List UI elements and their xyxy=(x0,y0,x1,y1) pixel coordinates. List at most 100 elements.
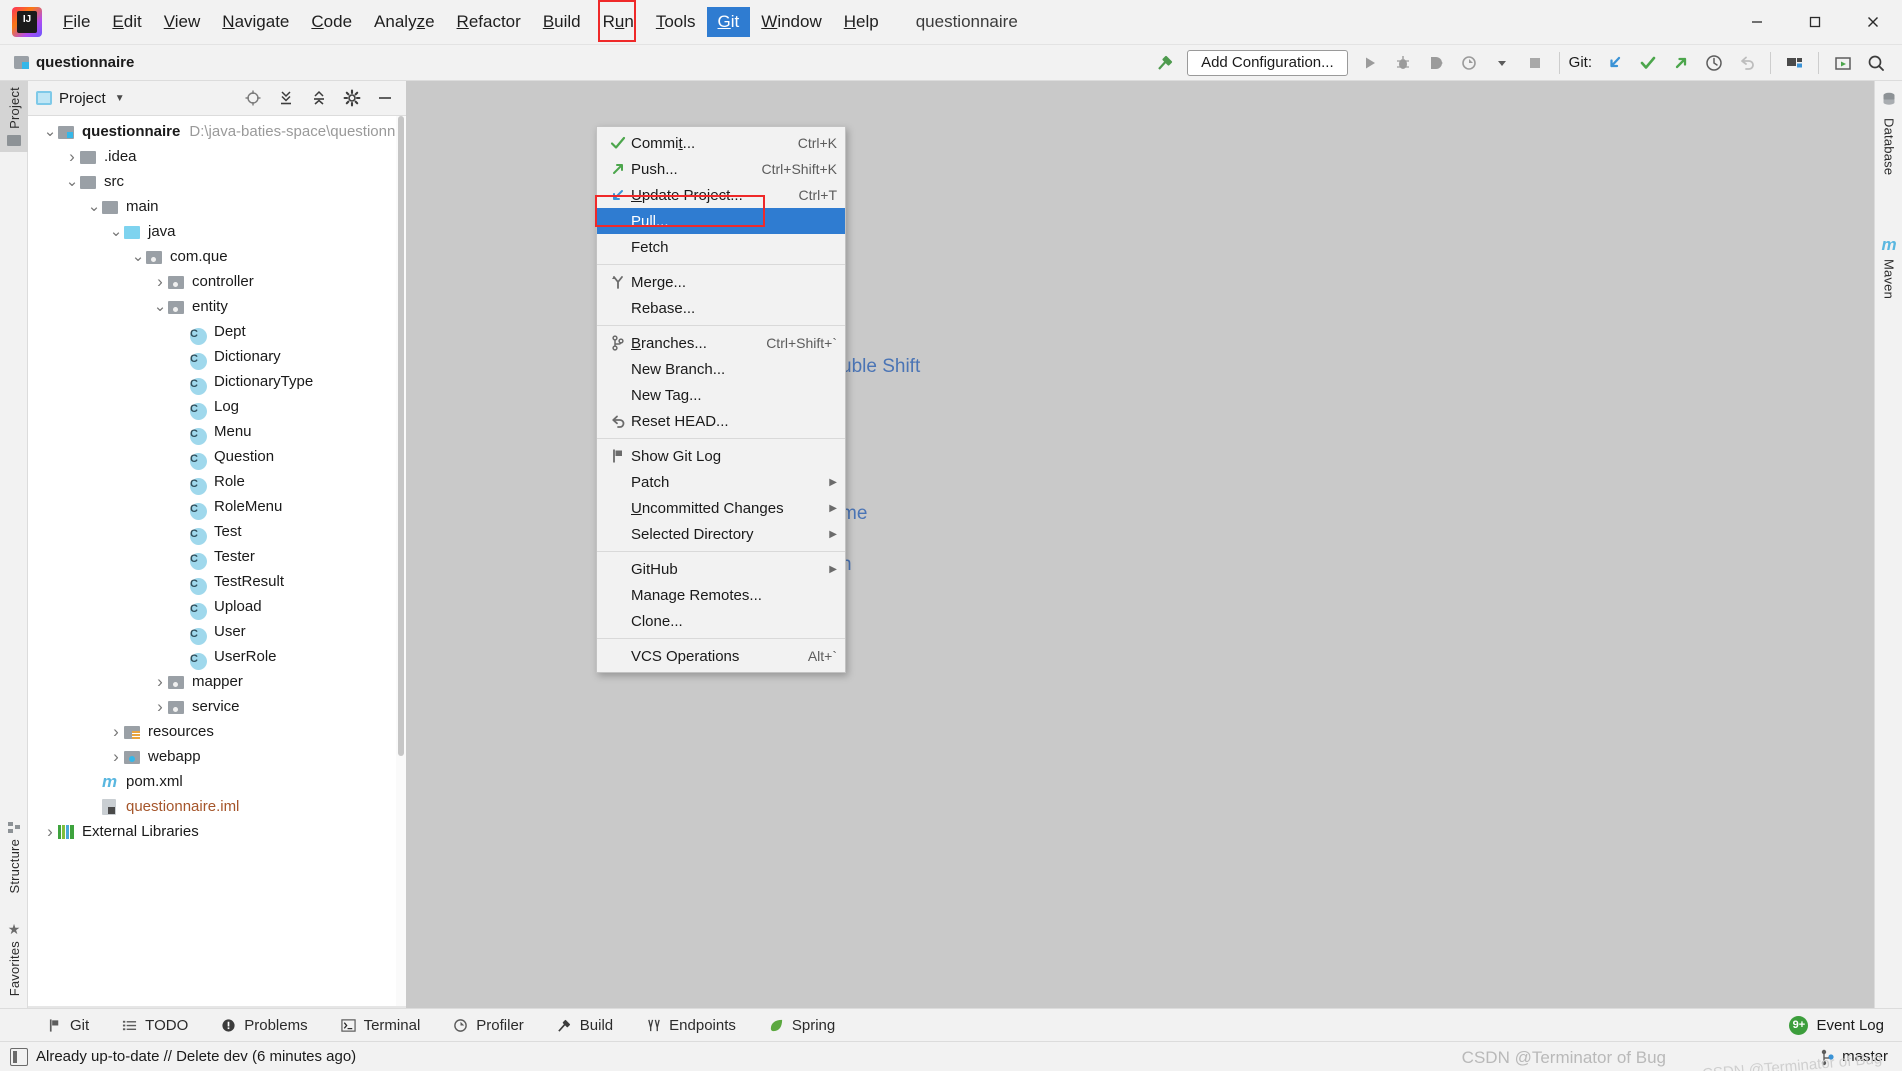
tree-node-main[interactable]: ⌄ main xyxy=(28,194,406,219)
chevron-right-icon[interactable]: › xyxy=(152,273,168,290)
menu-item-vcs-operations[interactable]: VCS Operations Alt+` xyxy=(597,643,845,669)
scroll-from-source-icon[interactable] xyxy=(240,85,266,111)
chevron-right-icon[interactable]: › xyxy=(108,723,124,740)
run-with-coverage-icon[interactable] xyxy=(1420,48,1453,78)
menu-item-rebase[interactable]: Rebase... xyxy=(597,295,845,321)
menu-item-github[interactable]: GitHub ▶ xyxy=(597,556,845,582)
menu-item-pull[interactable]: Pull... xyxy=(597,208,845,234)
chevron-right-icon[interactable]: › xyxy=(64,148,80,165)
menu-code[interactable]: Code xyxy=(300,7,363,37)
chevron-down-icon[interactable]: ⌄ xyxy=(64,174,80,189)
rollback-icon[interactable] xyxy=(1730,48,1763,78)
close-icon[interactable] xyxy=(1844,0,1902,45)
tree-node-webapp[interactable]: › webapp xyxy=(28,744,406,769)
tree-node-test[interactable]: C Test xyxy=(28,519,406,545)
chevron-down-icon[interactable]: ⌄ xyxy=(42,124,58,139)
menu-run[interactable]: Run xyxy=(592,7,645,37)
chevron-down-icon[interactable]: ⌄ xyxy=(152,299,168,314)
menu-item-new-tag[interactable]: New Tag... xyxy=(597,382,845,408)
menu-window[interactable]: Window xyxy=(750,7,832,37)
bottom-tab-build[interactable]: Build xyxy=(540,1017,629,1034)
tree-node-mapper[interactable]: › mapper xyxy=(28,669,406,694)
commit-check-icon[interactable] xyxy=(1631,48,1664,78)
sidebar-item-maven[interactable]: m Maven xyxy=(1875,231,1902,305)
menu-help[interactable]: Help xyxy=(833,7,890,37)
menu-item-branches[interactable]: Branches... Ctrl+Shift+` xyxy=(597,330,845,356)
menu-item-update-project[interactable]: Update Project... Ctrl+T xyxy=(597,182,845,208)
tree-node-tester[interactable]: C Tester xyxy=(28,544,406,570)
tree-node-log[interactable]: C Log xyxy=(28,394,406,420)
chevron-down-icon[interactable]: ⌄ xyxy=(108,224,124,239)
bottom-tab-terminal[interactable]: Terminal xyxy=(324,1017,437,1034)
tree-node-pom-xml[interactable]: m pom.xml xyxy=(28,769,406,794)
tree-node-src[interactable]: ⌄ src xyxy=(28,169,406,194)
bottom-tab-spring[interactable]: Spring xyxy=(752,1017,851,1034)
menu-item-patch[interactable]: Patch ▶ xyxy=(597,469,845,495)
tree-node-userrole[interactable]: C UserRole xyxy=(28,644,406,670)
tree-node-questionnaire-iml[interactable]: questionnaire.iml xyxy=(28,794,406,819)
menu-item-selected-directory[interactable]: Selected Directory ▶ xyxy=(597,521,845,547)
chevron-down-icon[interactable]: ⌄ xyxy=(86,199,102,214)
menu-view[interactable]: View xyxy=(153,7,212,37)
tree-node-com-que[interactable]: ⌄ com.que xyxy=(28,244,406,269)
menu-git[interactable]: Git xyxy=(706,7,751,37)
tree-node-service[interactable]: › service xyxy=(28,694,406,719)
menu-item-reset-head[interactable]: Reset HEAD... xyxy=(597,408,845,434)
editor-scrollbar[interactable] xyxy=(1862,81,1874,1008)
sidebar-item-favorites[interactable]: ★ Favorites xyxy=(0,917,28,1002)
stop-icon[interactable] xyxy=(1519,48,1552,78)
menu-item-merge[interactable]: Merge... xyxy=(597,269,845,295)
history-clock-icon[interactable] xyxy=(1697,48,1730,78)
tree-node-resources[interactable]: › resources xyxy=(28,719,406,744)
menu-item-uncommitted-changes[interactable]: Uncommitted Changes ▶ xyxy=(597,495,845,521)
add-configuration-button[interactable]: Add Configuration... xyxy=(1187,49,1348,76)
project-structure-icon[interactable] xyxy=(1778,48,1811,78)
profile-icon[interactable] xyxy=(1453,48,1486,78)
breadcrumb[interactable]: questionnaire xyxy=(14,54,134,71)
tree-node--idea[interactable]: › .idea xyxy=(28,144,406,169)
tree-node-entity[interactable]: ⌄ entity xyxy=(28,294,406,319)
tree-node-user[interactable]: C User xyxy=(28,619,406,645)
event-log-area[interactable]: 9+ Event Log xyxy=(1789,1015,1902,1035)
menu-tools[interactable]: Tools xyxy=(645,7,707,37)
tree-node-external-libraries[interactable]: › External Libraries xyxy=(28,819,406,844)
menu-item-manage-remotes[interactable]: Manage Remotes... xyxy=(597,582,845,608)
menu-refactor[interactable]: Refactor xyxy=(446,7,532,37)
run-anything-icon[interactable] xyxy=(1826,48,1859,78)
bottom-tab-problems[interactable]: Problems xyxy=(204,1017,323,1034)
update-project-icon[interactable] xyxy=(1598,48,1631,78)
tree-node-rolemenu[interactable]: C RoleMenu xyxy=(28,494,406,520)
chevron-down-icon[interactable]: ▼ xyxy=(115,93,125,104)
expand-all-icon[interactable] xyxy=(273,85,299,111)
tree-node-controller[interactable]: › controller xyxy=(28,269,406,294)
chevron-down-icon[interactable]: ⌄ xyxy=(130,249,146,264)
debug-icon[interactable] xyxy=(1387,48,1420,78)
tree-node-menu[interactable]: C Menu xyxy=(28,419,406,445)
project-tree[interactable]: ⌄ questionnaire D:\java-baties-space\quest… xyxy=(28,116,406,1006)
tree-node-questionnaire[interactable]: ⌄ questionnaire D:\java-baties-space\quest… xyxy=(28,119,406,144)
tree-node-java[interactable]: ⌄ java xyxy=(28,219,406,244)
chevron-right-icon[interactable]: › xyxy=(152,673,168,690)
menu-navigate[interactable]: Navigate xyxy=(211,7,300,37)
tree-node-question[interactable]: C Question xyxy=(28,444,406,470)
menu-item-commit[interactable]: Commit... Ctrl+K xyxy=(597,130,845,156)
menu-item-clone[interactable]: Clone... xyxy=(597,608,845,634)
chevron-down-icon[interactable] xyxy=(1486,48,1519,78)
maximize-icon[interactable] xyxy=(1786,0,1844,45)
push-icon[interactable] xyxy=(1664,48,1697,78)
hide-panel-icon[interactable] xyxy=(372,85,398,111)
bottom-tab-endpoints[interactable]: Endpoints xyxy=(629,1017,752,1034)
sidebar-item-database[interactable]: Database xyxy=(1875,85,1902,181)
menu-item-push[interactable]: Push... Ctrl+Shift+K xyxy=(597,156,845,182)
bottom-tab-profiler[interactable]: Profiler xyxy=(436,1017,540,1034)
collapse-all-icon[interactable] xyxy=(306,85,332,111)
tree-node-role[interactable]: C Role xyxy=(28,469,406,495)
bottom-tab-git[interactable]: Git xyxy=(30,1017,105,1034)
search-everywhere-icon[interactable] xyxy=(1859,48,1892,78)
menu-item-new-branch[interactable]: New Branch... xyxy=(597,356,845,382)
tree-scrollbar[interactable] xyxy=(396,116,406,1006)
menu-build[interactable]: Build xyxy=(532,7,592,37)
chevron-right-icon[interactable]: › xyxy=(42,823,58,840)
menu-item-show-git-log[interactable]: Show Git Log xyxy=(597,443,845,469)
sidebar-item-structure[interactable]: Structure xyxy=(0,816,28,900)
